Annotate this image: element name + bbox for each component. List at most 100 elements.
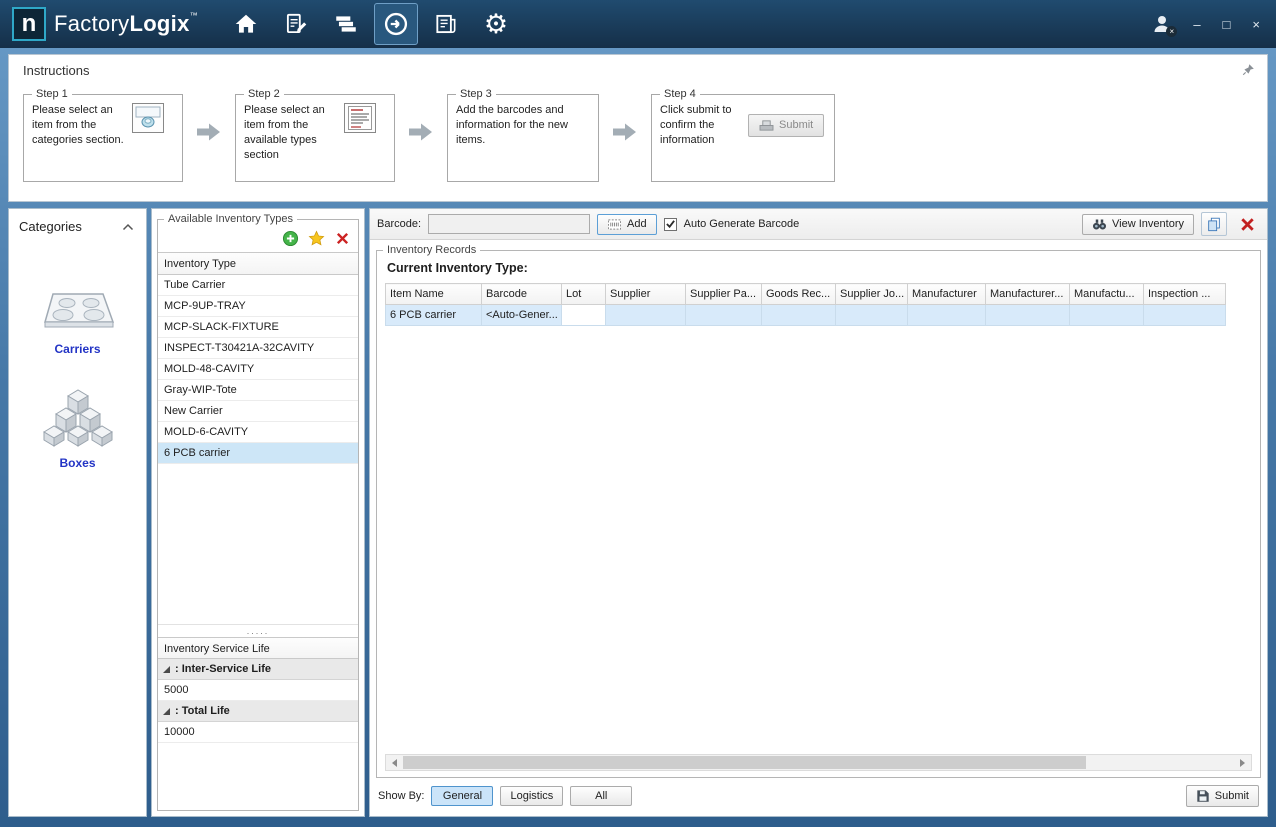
category-item-carriers[interactable]: Carriers [39, 286, 117, 356]
service-life-header[interactable]: Inventory Service Life [158, 637, 358, 659]
category-label: Carriers [54, 342, 100, 356]
stacked-boxes-icon [35, 382, 121, 448]
copy-records-icon[interactable] [1201, 212, 1227, 236]
maximize-button[interactable]: □ [1219, 15, 1235, 34]
service-life-group-inter[interactable]: : Inter-Service Life [158, 659, 358, 680]
horizontal-scrollbar[interactable] [385, 754, 1252, 771]
record-cell[interactable] [606, 305, 686, 326]
pin-icon[interactable] [1242, 63, 1255, 79]
carrier-tray-icon [39, 286, 117, 334]
content-row: Categories Carriers [8, 208, 1268, 817]
window-body: Instructions Step 1 Please select an ite… [0, 48, 1276, 827]
types-group-title: Available Inventory Types [164, 213, 297, 225]
column-header[interactable]: Lot [562, 284, 606, 305]
add-type-icon[interactable] [280, 228, 300, 248]
column-header[interactable]: Supplier Pa... [686, 284, 762, 305]
step-2-label: Step 2 [244, 88, 284, 100]
reports-icon[interactable] [424, 3, 468, 45]
record-cell[interactable] [686, 305, 762, 326]
expand-triangle-icon [163, 666, 170, 673]
step-1-label: Step 1 [32, 88, 72, 100]
settings-gear-icon[interactable]: ⚙ [474, 3, 518, 45]
column-header[interactable]: Manufacturer [908, 284, 986, 305]
titlebar-right: × – □ × [1149, 12, 1264, 36]
type-row[interactable]: MCP-9UP-TRAY [158, 296, 358, 317]
favorite-star-icon[interactable] [306, 228, 326, 248]
step-submit-button[interactable]: Submit [748, 114, 824, 137]
inventory-records-group: Inventory Records Current Inventory Type… [376, 250, 1261, 778]
trademark-symbol: ™ [190, 11, 198, 20]
app-title: FactoryLogix™ [54, 11, 198, 37]
scroll-right-icon[interactable] [1234, 755, 1251, 770]
filter-all-button[interactable]: All [570, 786, 632, 806]
minimize-button[interactable]: – [1189, 15, 1204, 34]
filter-logistics-button[interactable]: Logistics [500, 786, 563, 806]
app-name-light: Factory [54, 11, 129, 36]
auto-generate-checkbox[interactable] [664, 218, 677, 231]
service-life-group-total[interactable]: : Total Life [158, 701, 358, 722]
close-button[interactable]: × [1248, 15, 1264, 34]
panel-splitter[interactable]: ..... [158, 624, 358, 637]
record-cell[interactable] [986, 305, 1070, 326]
production-tasks-icon[interactable] [274, 3, 318, 45]
record-cell[interactable] [836, 305, 908, 326]
materials-stack-icon[interactable] [324, 3, 368, 45]
main-nav: ⚙ [224, 0, 518, 48]
category-item-boxes[interactable]: Boxes [35, 382, 121, 470]
total-life-value[interactable]: 10000 [158, 722, 358, 743]
titlebar: n FactoryLogix™ [0, 0, 1276, 48]
column-header[interactable]: Item Name [386, 284, 482, 305]
type-row[interactable]: Tube Carrier [158, 275, 358, 296]
type-row[interactable]: INSPECT-T30421A-32CAVITY [158, 338, 358, 359]
step-arrow-icon [197, 122, 221, 142]
new-item-icon [607, 218, 622, 231]
filter-general-button[interactable]: General [431, 786, 493, 806]
categories-preview-icon [132, 103, 164, 133]
step-3-text: Add the barcodes and information for the… [456, 103, 576, 148]
type-row[interactable]: MOLD-48-CAVITY [158, 359, 358, 380]
type-row[interactable]: MOLD-6-CAVITY [158, 422, 358, 443]
expand-triangle-icon [163, 708, 170, 715]
step-3-box: Step 3 Add the barcodes and information … [447, 94, 599, 182]
record-row: 6 PCB carrier <Auto-Gener... [386, 305, 1226, 326]
column-header[interactable]: Supplier Jo... [836, 284, 908, 305]
user-status-badge: × [1166, 26, 1177, 37]
record-cell[interactable] [1070, 305, 1144, 326]
column-header[interactable]: Goods Rec... [762, 284, 836, 305]
scroll-left-icon[interactable] [386, 755, 403, 770]
delete-type-icon[interactable] [332, 228, 352, 248]
column-header[interactable]: Barcode [482, 284, 562, 305]
record-cell[interactable] [908, 305, 986, 326]
barcode-input[interactable] [428, 214, 590, 234]
type-row[interactable]: Gray-WIP-Tote [158, 380, 358, 401]
user-account-icon[interactable]: × [1149, 12, 1175, 36]
record-cell-lot[interactable] [562, 305, 606, 326]
column-header[interactable]: Supplier [606, 284, 686, 305]
record-cell[interactable] [762, 305, 836, 326]
record-cell-item-name[interactable]: 6 PCB carrier [386, 305, 482, 326]
auto-generate-label[interactable]: Auto Generate Barcode [684, 218, 800, 230]
add-record-button[interactable]: Add [597, 214, 657, 235]
record-cell-barcode[interactable]: <Auto-Gener... [482, 305, 562, 326]
submit-button[interactable]: Submit [1186, 785, 1259, 807]
home-icon[interactable] [224, 3, 268, 45]
barcode-label: Barcode: [377, 218, 421, 230]
scrollbar-thumb[interactable] [403, 756, 1086, 769]
type-row[interactable]: MCP-SLACK-FIXTURE [158, 317, 358, 338]
clear-records-icon[interactable] [1234, 212, 1260, 236]
column-header[interactable]: Manufactu... [1070, 284, 1144, 305]
types-column-header[interactable]: Inventory Type [158, 253, 358, 275]
receiving-nav-icon[interactable] [374, 3, 418, 45]
records-header-row: Item Name Barcode Lot Supplier Supplier … [386, 284, 1226, 305]
record-cell[interactable] [1144, 305, 1226, 326]
column-header[interactable]: Manufacturer... [986, 284, 1070, 305]
binoculars-icon [1092, 218, 1107, 231]
type-row[interactable]: New Carrier [158, 401, 358, 422]
view-inventory-button[interactable]: View Inventory [1082, 214, 1194, 235]
collapse-chevron-icon[interactable] [120, 217, 136, 236]
column-header[interactable]: Inspection ... [1144, 284, 1226, 305]
inter-service-life-value[interactable]: 5000 [158, 680, 358, 701]
type-row-selected[interactable]: 6 PCB carrier [158, 443, 358, 464]
step-4-box: Step 4 Click submit to confirm the infor… [651, 94, 835, 182]
submit-stamp-icon [759, 119, 774, 132]
